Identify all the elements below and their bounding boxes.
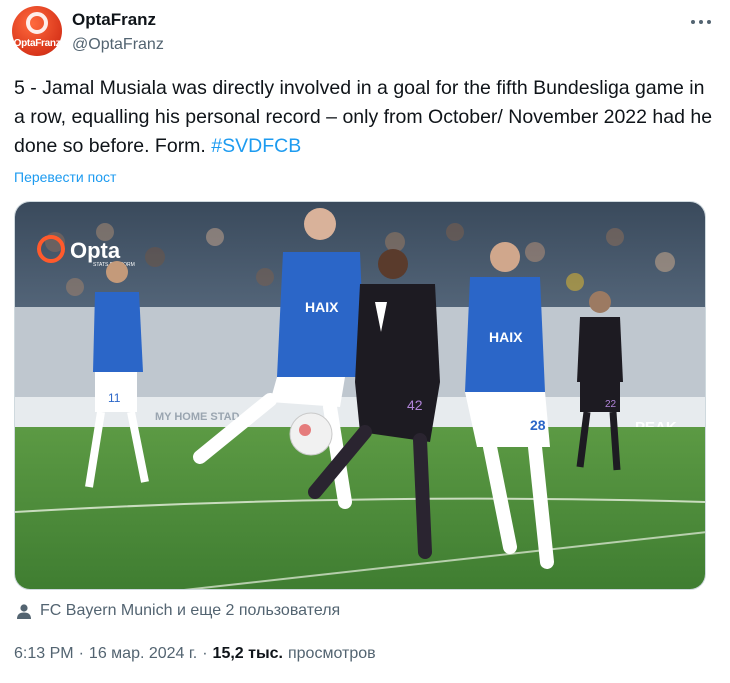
ad-board-left: MY HOME STAD [155,411,240,423]
tagged-label: FC Bayern Munich и еще 2 пользователя [40,602,341,619]
translate-post-link[interactable]: Перевести пост [14,169,116,185]
post-time[interactable]: 6:13 PM [14,645,74,663]
svg-text:11: 11 [108,391,121,405]
tweet-body: 5 - Jamal Musiala was directly involved … [14,77,713,157]
football [289,412,333,456]
views-label: просмотров [287,645,376,662]
tweet-header: OptaFranz OptaFranz @OptaFranz [12,6,718,60]
svg-text:42: 42 [407,397,423,413]
avatar-text: OptaFranz [13,37,61,49]
svg-text:Opta: Opta [70,238,121,263]
more-options-icon[interactable] [688,12,714,32]
hashtag-link[interactable]: #SVDFCB [211,135,301,157]
author-name[interactable]: OptaFranz [72,10,156,30]
svg-text:28: 28 [530,417,546,433]
svg-text:HAIX: HAIX [489,329,523,345]
meta-separator: · [202,645,208,662]
meta-separator: · [78,645,84,662]
person-icon [17,603,31,619]
avatar[interactable]: OptaFranz [12,6,62,56]
tweet-photo[interactable]: MY HOME STAD PEAK Opta STATS PERFORM 11 … [14,201,706,590]
svg-text:22: 22 [605,399,617,410]
tweet-meta: 6:13 PM · 16 мар. 2024 г. · 15,2 тыс. пр… [14,645,376,663]
tweet-text: 5 - Jamal Musiala was directly involved … [14,74,714,161]
tagged-users[interactable]: FC Bayern Munich и еще 2 пользователя [16,600,340,622]
author-handle[interactable]: @OptaFranz [72,36,164,54]
post-date[interactable]: 16 мар. 2024 г. [89,645,197,663]
views-count: 15,2 тыс. [212,645,283,662]
opta-ring-icon [26,12,48,34]
svg-text:HAIX: HAIX [305,299,339,315]
